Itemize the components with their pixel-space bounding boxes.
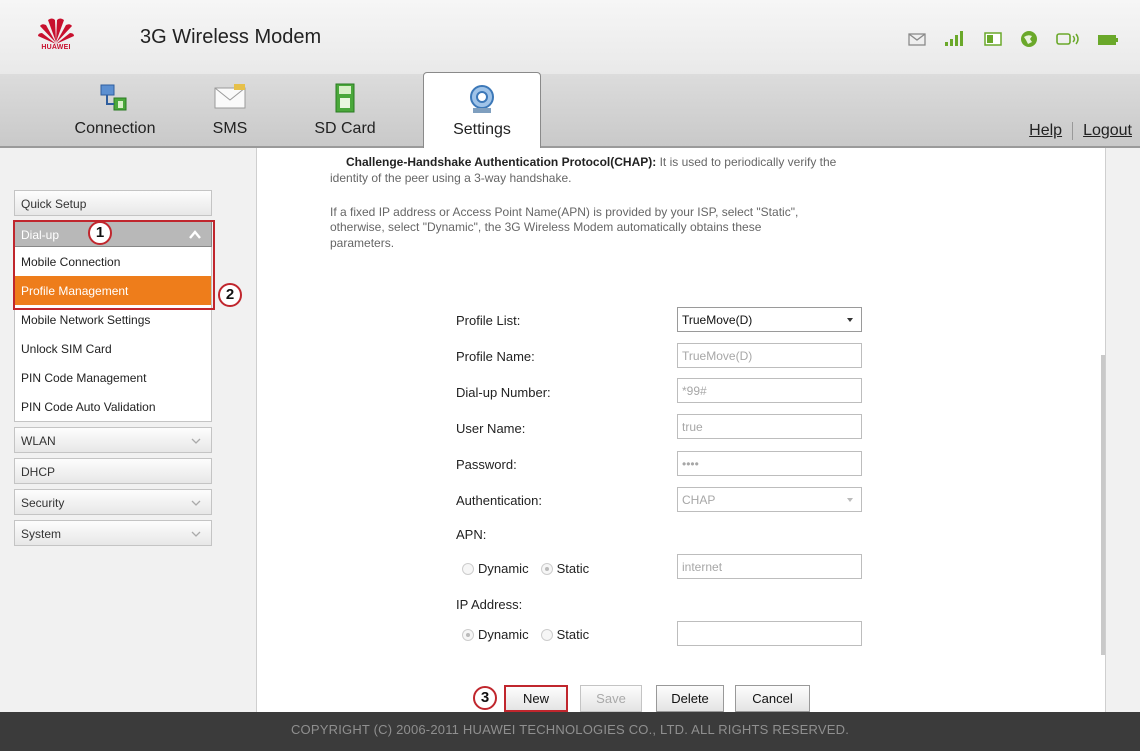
main-tab-bar: Connection SMS SD Card Settings (0, 72, 1140, 150)
ip-static-radio[interactable] (540, 628, 553, 641)
apn-static-label: Static (556, 561, 590, 576)
tab-connection[interactable]: Connection (50, 74, 180, 148)
apn-mode-radios: Dynamic Static (462, 561, 597, 576)
apn-dynamic-label: Dynamic (478, 561, 529, 576)
apn-dynamic-radio[interactable] (462, 562, 474, 575)
ip-static-label: Static (556, 627, 590, 642)
sd-card-icon (335, 83, 355, 113)
save-button[interactable]: Save (580, 685, 642, 712)
dialup-number-field[interactable]: *99# (677, 378, 862, 403)
annotation-badge-3: 3 (473, 686, 497, 710)
tab-sd-card-label: SD Card (314, 120, 376, 137)
profile-list-value: TrueMove(D) (682, 313, 753, 327)
new-button[interactable]: New (504, 685, 568, 712)
mail-icon[interactable] (908, 32, 926, 51)
dial-up-submenu: Mobile Connection Profile Management Mob… (14, 247, 212, 422)
chap-description-line2: identity of the peer using a 3-way hands… (330, 171, 572, 185)
cancel-button[interactable]: Cancel (735, 685, 810, 712)
ip-dynamic-label: Dynamic (478, 627, 529, 642)
sidebar-item-system[interactable]: System (14, 520, 212, 546)
sidebar-item-quick-setup[interactable]: Quick Setup (14, 190, 212, 216)
copyright-footer: COPYRIGHT (C) 2006-2011 HUAWEI TECHNOLOG… (0, 712, 1140, 751)
ip-address-label: IP Address: (456, 597, 523, 612)
tab-sd-card[interactable]: SD Card (300, 74, 390, 148)
link-divider (1072, 122, 1074, 140)
static-help-line3: parameters. (330, 236, 395, 250)
sidebar-item-mobile-connection[interactable]: Mobile Connection (15, 247, 211, 276)
chevron-up-icon (189, 230, 201, 239)
ip-mode-radios: Dynamic Static (462, 627, 597, 642)
username-label: User Name: (456, 421, 526, 436)
status-icons (908, 30, 1118, 53)
chevron-down-icon (191, 531, 201, 537)
sidebar-item-label: Dial-up (21, 228, 60, 242)
static-help-line1: If a fixed IP address or Access Point Na… (330, 205, 799, 219)
top-links: Help Logout (1029, 122, 1132, 140)
tab-sms[interactable]: SMS (195, 74, 265, 148)
connection-icon (100, 84, 127, 111)
profile-name-label: Profile Name: (456, 349, 535, 364)
chap-description: Challenge-Handshake Authentication Proto… (346, 155, 836, 170)
sidebar-item-wlan[interactable]: WLAN (14, 427, 212, 453)
password-field[interactable]: •••• (677, 451, 862, 476)
apn-label: APN: (456, 527, 487, 542)
sidebar-item-mobile-network-settings[interactable]: Mobile Network Settings (15, 305, 211, 334)
header-bar: HUAWEI 3G Wireless Modem (0, 0, 1140, 74)
sidebar-item-pin-code-auto-validation[interactable]: PIN Code Auto Validation (15, 392, 211, 421)
authentication-select[interactable]: CHAP (677, 487, 862, 512)
sidebar-item-dhcp[interactable]: DHCP (14, 458, 212, 484)
settings-sidebar: Quick Setup Dial-up Mobile Connection Pr… (14, 190, 214, 551)
password-label: Password: (456, 457, 517, 472)
apn-field[interactable]: internet (677, 554, 862, 579)
sim-icon (984, 32, 1002, 51)
battery-icon (1098, 33, 1118, 51)
sidebar-item-label: Quick Setup (21, 197, 87, 211)
chap-title: Challenge-Handshake Authentication Proto… (346, 155, 657, 169)
dropdown-arrow-icon (847, 318, 853, 322)
sidebar-item-security[interactable]: Security (14, 489, 212, 515)
settings-icon (470, 85, 494, 113)
sidebar-item-unlock-sim-card[interactable]: Unlock SIM Card (15, 334, 211, 363)
tab-settings-label: Settings (453, 121, 511, 138)
sidebar-item-pin-code-management[interactable]: PIN Code Management (15, 363, 211, 392)
tab-sms-label: SMS (212, 120, 248, 137)
app-title: 3G Wireless Modem (140, 26, 322, 48)
signal-icon (944, 31, 966, 52)
logo-text: HUAWEI (41, 44, 71, 51)
sidebar-item-label: System (21, 527, 62, 541)
ip-dynamic-radio[interactable] (462, 628, 474, 641)
apn-static-radio[interactable] (540, 562, 553, 575)
sidebar-item-profile-management[interactable]: Profile Management (15, 276, 211, 305)
dialup-number-label: Dial-up Number: (456, 385, 551, 400)
scrollbar-thumb[interactable] (1101, 355, 1105, 655)
ip-address-field[interactable] (677, 621, 862, 646)
sms-icon (214, 84, 246, 109)
profile-name-field[interactable]: TrueMove(D) (677, 343, 862, 368)
authentication-value: CHAP (682, 493, 716, 507)
profile-list-label: Profile List: (456, 313, 521, 328)
chap-text: It is used to periodically verify the (656, 155, 837, 169)
static-help-line2: otherwise, select "Dynamic", the 3G Wire… (330, 220, 762, 234)
sidebar-item-label: Security (21, 496, 65, 510)
huawei-logo (38, 18, 74, 44)
chevron-down-icon (191, 438, 201, 444)
sidebar-item-dial-up[interactable]: Dial-up (14, 221, 212, 247)
annotation-badge-2: 2 (218, 283, 242, 307)
delete-button[interactable]: Delete (656, 685, 724, 712)
sidebar-item-label: WLAN (21, 434, 56, 448)
tab-settings[interactable]: Settings (423, 72, 541, 150)
help-link[interactable]: Help (1029, 122, 1062, 140)
wifi-icon (1056, 32, 1080, 51)
chevron-down-icon (191, 500, 201, 506)
dropdown-arrow-icon (847, 498, 853, 502)
authentication-label: Authentication: (456, 493, 543, 508)
username-field[interactable]: true (677, 414, 862, 439)
globe-icon (1020, 30, 1038, 53)
tab-connection-label: Connection (74, 120, 156, 137)
profile-list-select[interactable]: TrueMove(D) (677, 307, 862, 332)
sidebar-item-label: DHCP (21, 465, 56, 479)
annotation-badge-1: 1 (88, 221, 112, 245)
logout-link[interactable]: Logout (1083, 122, 1132, 140)
